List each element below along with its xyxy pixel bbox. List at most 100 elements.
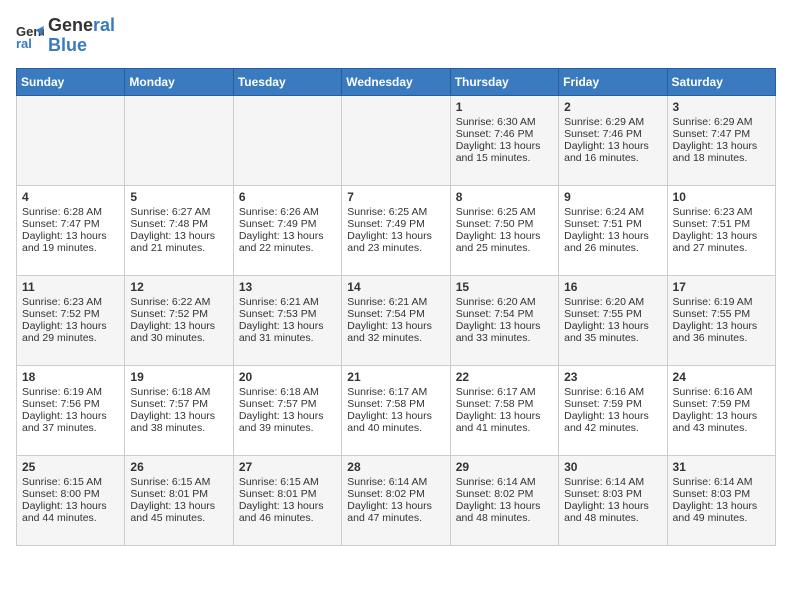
cell-text: Sunset: 7:52 PM [22,308,119,320]
day-number: 5 [130,190,227,204]
weekday-header-saturday: Saturday [667,68,775,95]
cell-text: Sunset: 7:52 PM [130,308,227,320]
day-number: 8 [456,190,553,204]
cell-text: Sunrise: 6:18 AM [130,386,227,398]
cell-text: Daylight: 13 hours and 23 minutes. [347,230,444,254]
day-number: 20 [239,370,336,384]
cell-text: Sunrise: 6:14 AM [564,476,661,488]
cell-text: Daylight: 13 hours and 49 minutes. [673,500,770,524]
cell-text: Sunset: 7:51 PM [564,218,661,230]
cell-text: Sunrise: 6:25 AM [347,206,444,218]
day-number: 28 [347,460,444,474]
cell-text: Sunset: 7:46 PM [456,128,553,140]
calendar-cell: 21Sunrise: 6:17 AMSunset: 7:58 PMDayligh… [342,365,450,455]
cell-text: Sunset: 7:54 PM [456,308,553,320]
day-number: 2 [564,100,661,114]
cell-text: Daylight: 13 hours and 35 minutes. [564,320,661,344]
cell-text: Daylight: 13 hours and 30 minutes. [130,320,227,344]
calendar-cell: 10Sunrise: 6:23 AMSunset: 7:51 PMDayligh… [667,185,775,275]
day-number: 26 [130,460,227,474]
cell-text: Sunset: 7:46 PM [564,128,661,140]
calendar-cell [233,95,341,185]
day-number: 18 [22,370,119,384]
cell-text: Sunrise: 6:16 AM [564,386,661,398]
day-number: 10 [673,190,770,204]
cell-text: Sunrise: 6:14 AM [673,476,770,488]
cell-text: Sunset: 7:54 PM [347,308,444,320]
cell-text: Daylight: 13 hours and 18 minutes. [673,140,770,164]
cell-text: Sunset: 7:51 PM [673,218,770,230]
cell-text: Sunrise: 6:21 AM [347,296,444,308]
cell-text: Sunrise: 6:15 AM [239,476,336,488]
calendar-table: SundayMondayTuesdayWednesdayThursdayFrid… [16,68,776,546]
calendar-cell: 14Sunrise: 6:21 AMSunset: 7:54 PMDayligh… [342,275,450,365]
weekday-header-wednesday: Wednesday [342,68,450,95]
day-number: 30 [564,460,661,474]
cell-text: Sunset: 7:58 PM [347,398,444,410]
cell-text: Sunrise: 6:17 AM [456,386,553,398]
calendar-cell: 28Sunrise: 6:14 AMSunset: 8:02 PMDayligh… [342,455,450,545]
day-number: 15 [456,280,553,294]
cell-text: Sunrise: 6:29 AM [673,116,770,128]
page-header: Gene ral General Blue [16,16,776,56]
day-number: 21 [347,370,444,384]
calendar-cell: 29Sunrise: 6:14 AMSunset: 8:02 PMDayligh… [450,455,558,545]
day-number: 1 [456,100,553,114]
logo-icon: Gene ral [16,22,44,50]
cell-text: Sunset: 8:03 PM [673,488,770,500]
cell-text: Daylight: 13 hours and 45 minutes. [130,500,227,524]
calendar-cell: 17Sunrise: 6:19 AMSunset: 7:55 PMDayligh… [667,275,775,365]
weekday-header-sunday: Sunday [17,68,125,95]
cell-text: Daylight: 13 hours and 15 minutes. [456,140,553,164]
day-number: 6 [239,190,336,204]
cell-text: Sunrise: 6:16 AM [673,386,770,398]
cell-text: Sunset: 7:49 PM [347,218,444,230]
cell-text: Daylight: 13 hours and 39 minutes. [239,410,336,434]
cell-text: Sunset: 7:59 PM [564,398,661,410]
cell-text: Sunrise: 6:20 AM [564,296,661,308]
cell-text: Daylight: 13 hours and 40 minutes. [347,410,444,434]
calendar-cell: 6Sunrise: 6:26 AMSunset: 7:49 PMDaylight… [233,185,341,275]
calendar-cell: 5Sunrise: 6:27 AMSunset: 7:48 PMDaylight… [125,185,233,275]
cell-text: Sunset: 8:00 PM [22,488,119,500]
calendar-cell: 22Sunrise: 6:17 AMSunset: 7:58 PMDayligh… [450,365,558,455]
calendar-cell: 30Sunrise: 6:14 AMSunset: 8:03 PMDayligh… [559,455,667,545]
cell-text: Sunrise: 6:24 AM [564,206,661,218]
calendar-cell: 11Sunrise: 6:23 AMSunset: 7:52 PMDayligh… [17,275,125,365]
calendar-cell: 25Sunrise: 6:15 AMSunset: 8:00 PMDayligh… [17,455,125,545]
cell-text: Sunset: 7:59 PM [673,398,770,410]
cell-text: Daylight: 13 hours and 47 minutes. [347,500,444,524]
calendar-cell: 4Sunrise: 6:28 AMSunset: 7:47 PMDaylight… [17,185,125,275]
cell-text: Daylight: 13 hours and 38 minutes. [130,410,227,434]
weekday-header-tuesday: Tuesday [233,68,341,95]
cell-text: Sunset: 7:57 PM [130,398,227,410]
calendar-cell: 26Sunrise: 6:15 AMSunset: 8:01 PMDayligh… [125,455,233,545]
cell-text: Sunset: 7:47 PM [22,218,119,230]
cell-text: Daylight: 13 hours and 44 minutes. [22,500,119,524]
cell-text: Daylight: 13 hours and 25 minutes. [456,230,553,254]
cell-text: Daylight: 13 hours and 26 minutes. [564,230,661,254]
cell-text: Daylight: 13 hours and 21 minutes. [130,230,227,254]
day-number: 23 [564,370,661,384]
calendar-cell: 12Sunrise: 6:22 AMSunset: 7:52 PMDayligh… [125,275,233,365]
cell-text: Daylight: 13 hours and 19 minutes. [22,230,119,254]
cell-text: Sunset: 7:48 PM [130,218,227,230]
cell-text: Sunrise: 6:19 AM [22,386,119,398]
cell-text: Daylight: 13 hours and 41 minutes. [456,410,553,434]
cell-text: Sunrise: 6:20 AM [456,296,553,308]
calendar-cell: 31 Sunrise: 6:14 AMSunset: 8:03 PMDayligh… [667,455,775,545]
calendar-cell [125,95,233,185]
cell-text: Sunrise: 6:14 AM [347,476,444,488]
cell-text: Sunset: 8:02 PM [456,488,553,500]
cell-text: Daylight: 13 hours and 43 minutes. [673,410,770,434]
calendar-cell: 18Sunrise: 6:19 AMSunset: 7:56 PMDayligh… [17,365,125,455]
day-number: 14 [347,280,444,294]
cell-text: Sunset: 7:58 PM [456,398,553,410]
logo: Gene ral General Blue [16,16,115,56]
cell-text: Daylight: 13 hours and 27 minutes. [673,230,770,254]
cell-text: Sunrise: 6:28 AM [22,206,119,218]
calendar-cell: 3Sunrise: 6:29 AMSunset: 7:47 PMDaylight… [667,95,775,185]
cell-text: Sunrise: 6:14 AM [456,476,553,488]
day-number: 31 [673,460,770,474]
cell-text: Sunset: 7:56 PM [22,398,119,410]
